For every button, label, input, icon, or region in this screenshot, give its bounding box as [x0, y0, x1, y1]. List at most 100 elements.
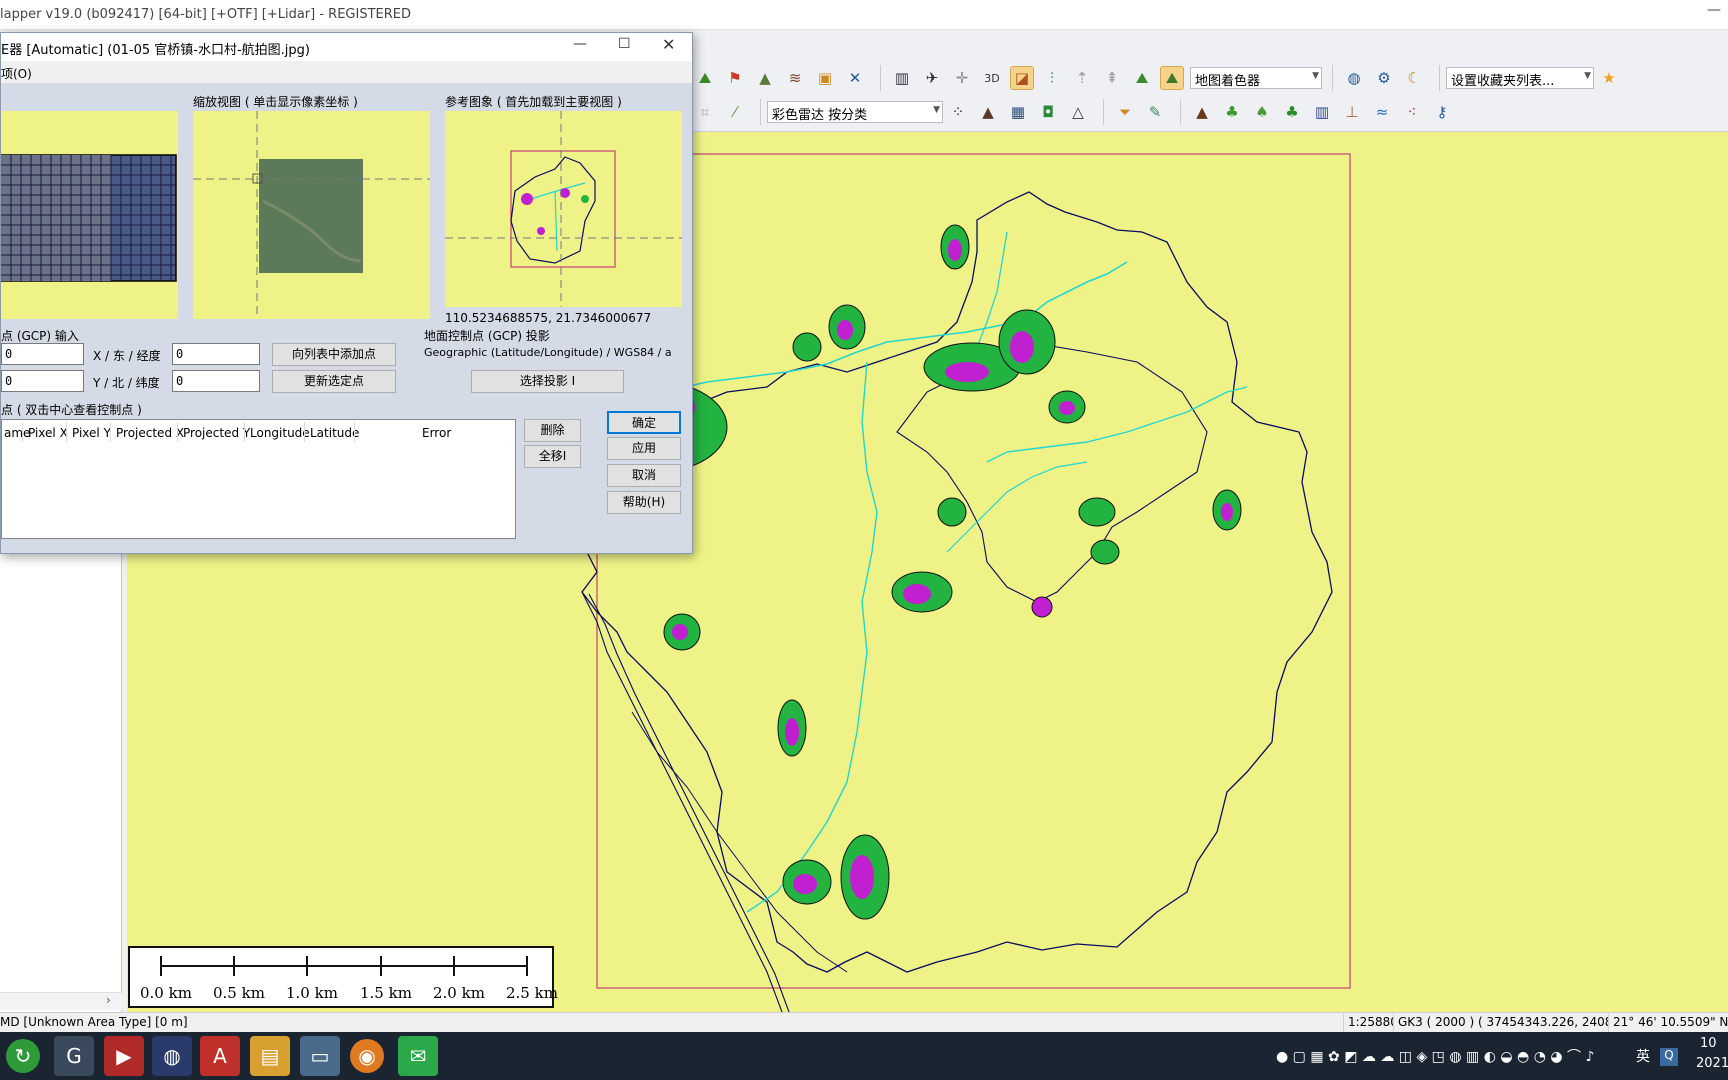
window-minimize-button[interactable]: —	[1700, 2, 1728, 26]
colormap-combo[interactable]: 彩色雷达 按分类 ▼	[767, 101, 943, 123]
col-header-longitude[interactable]: Longitude	[248, 426, 310, 440]
col-header-pixel-x[interactable]: Pixel X	[26, 426, 68, 440]
water-icon[interactable]: ≈	[1370, 100, 1394, 124]
star-icon[interactable]: ★	[1597, 66, 1621, 90]
maximize-icon[interactable]: ☐	[618, 36, 631, 52]
main-image-view[interactable]	[0, 111, 178, 319]
col-header-pixel-y[interactable]: Pixel Y	[70, 426, 111, 440]
chevron-right-icon[interactable]: ›	[106, 993, 111, 1007]
shader-toggle-icon[interactable]: ◪	[1010, 66, 1034, 90]
spikes-icon[interactable]: ⇞	[1100, 66, 1124, 90]
clock-time[interactable]: 10	[1700, 1036, 1717, 1051]
low-vegetation-icon[interactable]: ♣	[1220, 100, 1244, 124]
ime-indicator[interactable]: 英	[1636, 1046, 1650, 1066]
autocad-task-icon[interactable]: A	[200, 1036, 240, 1076]
ground-class-icon[interactable]: ▲	[1190, 100, 1214, 124]
favorites-combo[interactable]: 设置收藏夹列表... ▼	[1446, 67, 1594, 89]
layer-panel[interactable]	[0, 540, 122, 1012]
notification-q-icon[interactable]: Q	[1660, 1048, 1678, 1066]
green-layer-icon[interactable]: ◘	[1036, 100, 1060, 124]
col-header-latitude[interactable]: Latitude	[308, 426, 359, 440]
crosshair-tool-icon[interactable]: ✛	[950, 66, 974, 90]
point-cloud-icon[interactable]: ⁘	[946, 100, 970, 124]
file-explorer-icon[interactable]: ▤	[250, 1036, 290, 1076]
central-river	[946, 461, 1088, 553]
y-coordinate-field[interactable]	[172, 370, 260, 392]
column-divider	[177, 422, 178, 442]
terrain-points-icon[interactable]: ▲	[976, 100, 1000, 124]
select-projection-button[interactable]: 选择投影 I	[471, 370, 624, 393]
pin-tool-icon[interactable]: ✈	[920, 66, 944, 90]
building-icon[interactable]: ▥	[1310, 100, 1334, 124]
x-coordinate-field[interactable]	[172, 343, 260, 365]
profile-lines-icon[interactable]: ≋	[783, 66, 807, 90]
hill-shade-icon[interactable]: ▲	[753, 66, 777, 90]
toolbar-separator	[1435, 65, 1440, 91]
delete-point-button[interactable]: 删除	[524, 419, 581, 442]
main-river	[671, 261, 1128, 391]
flag-map-icon[interactable]: ⚑	[723, 66, 747, 90]
close-icon[interactable]: ✕	[662, 35, 675, 54]
crop-tool-icon[interactable]: ⌗	[693, 100, 717, 124]
help-button[interactable]: 帮助(H)	[607, 491, 681, 514]
clock-date[interactable]: 2021	[1696, 1056, 1728, 1071]
globe-icon[interactable]: ◍	[1342, 66, 1366, 90]
south-river	[746, 361, 878, 913]
layer-panel-scrollbar[interactable]: ›	[0, 992, 122, 1010]
dialog-menu-options[interactable]: 项(O)	[1, 65, 32, 82]
tower-icon[interactable]: ⊥	[1340, 100, 1364, 124]
filter-icon[interactable]: ⏷	[1113, 100, 1137, 124]
edit-check-icon[interactable]: ✎	[1143, 100, 1167, 124]
map-shader-combo-value: 地图着色器	[1195, 74, 1261, 89]
pixel-x-field[interactable]	[1, 343, 84, 365]
mountain-shader-icon[interactable]: ⛰	[1160, 66, 1184, 90]
elevation-bars-icon[interactable]: ⫶	[1040, 66, 1064, 90]
add-point-button[interactable]: 向列表中添加点	[272, 343, 396, 366]
3d-view-icon[interactable]: 3D	[980, 66, 1004, 90]
tray-icons[interactable]: ● ▢ ▦ ✿ ◩ ☁ ☁ ◫ ◈ ◳ ◍ ▥ ◐ ◒ ◓ ◔ ◕ ⌒ ♪	[1276, 1046, 1594, 1066]
dialog-titlebar[interactable]: E器 [Automatic] (01-05 官桥镇-水口村-航拍图.jpg) —…	[1, 33, 692, 61]
globalmapper-task-icon[interactable]: G	[54, 1036, 94, 1076]
col-header-error[interactable]: Error	[420, 426, 451, 440]
ok-button[interactable]: 确定	[607, 411, 681, 434]
wechat-task-icon[interactable]: ✉	[398, 1036, 438, 1076]
building-points-icon[interactable]: ▦	[1006, 100, 1030, 124]
gear-icon[interactable]: ⚙	[1372, 66, 1396, 90]
triangle-icon[interactable]: △	[1066, 100, 1090, 124]
computer-task-icon[interactable]: ▭	[300, 1036, 340, 1076]
move-all-button[interactable]: 全移I	[524, 445, 581, 468]
update-point-button[interactable]: 更新选定点	[272, 370, 396, 393]
image-layer-icon[interactable]: ▣	[813, 66, 837, 90]
toolbar-separator	[756, 99, 761, 125]
col-header-projected-x[interactable]: Projected X	[114, 426, 184, 440]
col-header-projected-y[interactable]: Projected Y	[181, 426, 250, 440]
mountain-icon[interactable]: ⛰	[1130, 66, 1154, 90]
video-app-task-icon[interactable]: ▶	[104, 1036, 144, 1076]
apply-button[interactable]: 应用	[607, 437, 681, 460]
gcp-table[interactable]: ame Pixel X Pixel Y Projected X Projecte…	[1, 419, 516, 539]
minimize-icon[interactable]: —	[573, 36, 587, 52]
tree-icon[interactable]: ♣	[1280, 100, 1304, 124]
noise-points-icon[interactable]: ⁖	[1400, 100, 1424, 124]
gcp-projection-label: 地面控制点 (GCP) 投影	[424, 329, 550, 343]
map-shader-combo[interactable]: 地图着色器 ▼	[1190, 67, 1322, 89]
medium-vegetation-icon[interactable]: ♠	[1250, 100, 1274, 124]
app-launcher-icon[interactable]: ↻	[6, 1039, 40, 1073]
ruler-icon[interactable]: ⁄	[723, 100, 747, 124]
terrain-chart-icon[interactable]: ⛰	[693, 66, 717, 90]
reference-image-view[interactable]	[445, 111, 682, 307]
cancel-button[interactable]: 取消	[607, 464, 681, 487]
orange-app-task-icon[interactable]: ◉	[350, 1039, 384, 1073]
key-icon[interactable]: ⚷	[1430, 100, 1454, 124]
zoom-view-label: 缩放视图 ( 单击显示像素坐标 )	[193, 95, 358, 109]
zoom-view[interactable]	[193, 111, 430, 319]
pixel-y-field[interactable]	[1, 370, 84, 392]
reference-image-drawing	[445, 111, 682, 307]
layout-panel-icon[interactable]: ▥	[890, 66, 914, 90]
grid-image-thumbnail	[0, 154, 177, 282]
elevation-up-icon[interactable]: ⇡	[1070, 66, 1094, 90]
globe-app-task-icon[interactable]: ◍	[152, 1036, 192, 1076]
moon-icon[interactable]: ☾	[1402, 66, 1426, 90]
image-registration-dialog[interactable]: E器 [Automatic] (01-05 官桥镇-水口村-航拍图.jpg) —…	[0, 32, 693, 554]
cross-tool-icon[interactable]: ✕	[843, 66, 867, 90]
